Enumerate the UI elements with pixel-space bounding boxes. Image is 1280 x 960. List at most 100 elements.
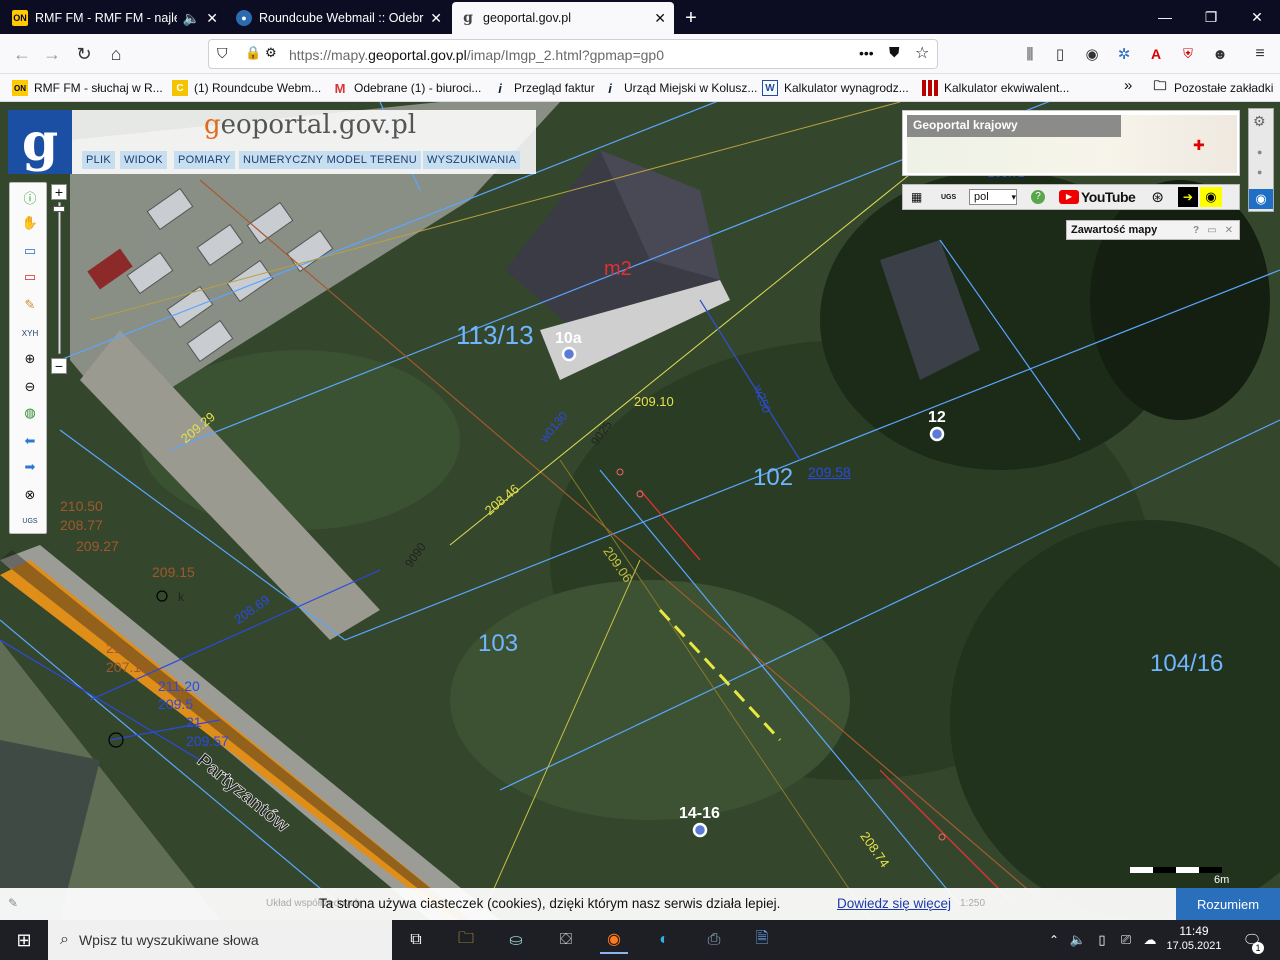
printer-app-icon[interactable]: ⎙: [700, 926, 728, 954]
ugs-tool-icon[interactable]: UGS: [20, 511, 40, 531]
previous-view-icon[interactable]: ⬅: [20, 431, 40, 451]
bookmark-gmail[interactable]: M Odebrane (1) - biuroci...: [332, 80, 482, 96]
zoom-in-button[interactable]: +: [51, 184, 67, 200]
onedrive-cloud-icon[interactable]: ☁: [1136, 926, 1164, 954]
close-window-button[interactable]: ✕: [1234, 0, 1280, 34]
tab-geoportal[interactable]: g geoportal.gov.pl ✕: [452, 2, 674, 34]
pencil-icon[interactable]: ✎: [20, 295, 40, 315]
bookmark-label: Przegląd faktur: [514, 81, 595, 95]
close-tab-icon[interactable]: ✕: [654, 10, 666, 27]
store-bag-icon[interactable]: ⛀: [502, 926, 530, 954]
edge-icon[interactable]: ◐: [650, 926, 678, 954]
folder-icon: 🗀: [1153, 78, 1167, 93]
home-button[interactable]: ⌂: [102, 40, 130, 68]
help-icon[interactable]: ?: [1031, 190, 1045, 204]
menu-pomiary[interactable]: POMIARY: [174, 151, 235, 169]
taskbar-search[interactable]: ⌕ Wpisz tu wyszukiwane słowa: [48, 920, 392, 960]
url-text[interactable]: https://mapy.geoportal.gov.pl/imap/Imgp_…: [289, 47, 664, 63]
zoom-out-button[interactable]: −: [51, 358, 67, 374]
ugs-icon[interactable]: UGS: [941, 194, 957, 201]
back-button[interactable]: ←: [8, 40, 36, 68]
close-tab-icon[interactable]: ✕: [206, 10, 218, 27]
reload-button[interactable]: ↻: [70, 40, 98, 68]
lock-icon[interactable]: 🔒: [245, 45, 261, 61]
cookie-accept-button[interactable]: Rozumiem: [1176, 888, 1280, 920]
dot-icon[interactable]: ●: [1257, 167, 1262, 177]
more-actions-icon[interactable]: •••: [859, 45, 874, 61]
bookmark-kalkulator-ekwiwalentu[interactable]: Kalkulator ekwiwalent...: [922, 80, 1069, 96]
more-bookmarks-icon[interactable]: »: [1124, 77, 1132, 94]
bookmark-star-icon[interactable]: ☆: [915, 43, 929, 63]
forward-button[interactable]: →: [38, 40, 66, 68]
bookmark-label: Odebrane (1) - biuroci...: [354, 81, 482, 95]
settings-gear-icon[interactable]: ⚙: [1253, 113, 1266, 130]
xyh-tool-icon[interactable]: XYH: [20, 323, 40, 343]
info-tool-icon[interactable]: ⓘ: [20, 187, 40, 207]
zoom-slider-handle[interactable]: [53, 206, 65, 212]
document-app-icon[interactable]: 🗎: [748, 926, 776, 954]
close-icon[interactable]: ✕: [1225, 225, 1233, 236]
map-content-panel[interactable]: Zawartość mapy ? ▭ ✕: [1066, 220, 1240, 240]
contrast-arrow-icon[interactable]: ➔: [1177, 187, 1198, 207]
dot-icon[interactable]: ●: [1257, 147, 1262, 157]
accessibility-icon[interactable]: ⊛: [1151, 188, 1164, 206]
acrobat-icon[interactable]: A: [1142, 40, 1170, 68]
extension-globe-icon[interactable]: ✲: [1110, 40, 1138, 68]
pocket-icon[interactable]: ⛊: [889, 44, 900, 61]
menu-nmt[interactable]: NUMERYCZNY MODEL TERENU: [239, 151, 421, 169]
sidebar-icon[interactable]: ▯: [1046, 40, 1074, 68]
url-bar[interactable]: ⛉ 🔒 ⚙ https://mapy.geoportal.gov.pl/imap…: [208, 39, 938, 69]
zoom-slider-track[interactable]: [58, 202, 61, 354]
microsoft-store-icon[interactable]: ⛋: [552, 926, 580, 954]
pan-hand-icon[interactable]: ✋: [20, 213, 40, 233]
bookmark-roundcube[interactable]: C (1) Roundcube Webm...: [172, 80, 321, 96]
bookmark-kalkulator-wynagrodzen[interactable]: W Kalkulator wynagrodz...: [762, 80, 909, 96]
close-tab-icon[interactable]: ✕: [430, 10, 442, 27]
tab-rmf[interactable]: ON RMF FM - RMF FM - najlepsza 🔈 ✕: [4, 4, 226, 32]
select-rect-icon[interactable]: ▭: [20, 241, 40, 261]
minimize-button[interactable]: —: [1142, 0, 1188, 34]
task-view-icon[interactable]: ⧉: [402, 926, 430, 954]
speaker-icon[interactable]: 🔈: [183, 10, 200, 27]
help-icon[interactable]: ?: [1193, 225, 1199, 236]
bookmark-other[interactable]: 🗀 Pozostałe zakładki: [1152, 78, 1273, 96]
new-tab-button[interactable]: +: [676, 4, 706, 32]
maximize-icon[interactable]: ▭: [1207, 225, 1216, 236]
cookie-more-link[interactable]: Dowiedz się więcej: [837, 896, 951, 911]
select-rect-red-icon[interactable]: ▭: [20, 267, 40, 287]
menu-widok[interactable]: WIDOK: [120, 151, 167, 169]
roundcube-logo-icon: ●: [236, 10, 252, 26]
bookmark-urzad[interactable]: i Urząd Miejski w Kolusz...: [602, 80, 757, 96]
zoom-in-icon[interactable]: ⊕: [20, 349, 40, 369]
menu-plik[interactable]: PLIK: [82, 151, 116, 169]
bookmark-rmf[interactable]: ON RMF FM - słuchaj w R...: [12, 80, 163, 96]
bookmark-faktury[interactable]: i Przegląd faktur: [492, 80, 595, 96]
eye-contrast-icon[interactable]: ◉: [1199, 187, 1222, 207]
overview-map-panel[interactable]: Geoportal krajowy ✚: [902, 110, 1240, 176]
file-explorer-icon[interactable]: 🗀: [452, 926, 480, 954]
library-icon[interactable]: ⫼: [1016, 40, 1044, 68]
zoom-out-icon[interactable]: ⊖: [20, 377, 40, 397]
globe-icon[interactable]: ◍: [20, 403, 40, 423]
permissions-icon[interactable]: ⚙: [265, 45, 277, 61]
grid-icon[interactable]: ▦: [911, 190, 925, 204]
tab-roundcube[interactable]: ● Roundcube Webmail :: Odebrane ✕: [228, 4, 450, 32]
hamburger-menu-icon[interactable]: ≡: [1246, 40, 1274, 68]
cross-target-icon[interactable]: ⊗: [20, 485, 40, 505]
firefox-icon[interactable]: ◉: [600, 926, 628, 954]
language-select[interactable]: pol ▾: [969, 189, 1017, 205]
visibility-eye-icon[interactable]: ◉: [1249, 189, 1273, 209]
windows-start-icon[interactable]: ⊞: [10, 926, 38, 954]
extension-ghost-icon[interactable]: ☻: [1206, 40, 1234, 68]
menu-wyszukiwania[interactable]: WYSZUKIWANIA: [423, 151, 521, 169]
shield-icon[interactable]: ⛉: [217, 45, 228, 62]
geoportal-logo-icon[interactable]: g: [8, 110, 72, 174]
account-icon[interactable]: ◉: [1078, 40, 1106, 68]
extension-shield-icon[interactable]: ⛨: [1174, 40, 1202, 68]
clock[interactable]: 11:49 17.05.2021: [1166, 924, 1222, 952]
youtube-link[interactable]: ▶ YouTube: [1059, 189, 1136, 205]
next-view-icon[interactable]: ➡: [20, 457, 40, 477]
navigation-bar: ← → ↻ ⌂ ⛉ 🔒 ⚙ https://mapy.geoportal.gov…: [0, 34, 1280, 74]
tab-title: Roundcube Webmail :: Odebrane: [259, 11, 424, 25]
maximize-button[interactable]: ❐: [1188, 0, 1234, 34]
